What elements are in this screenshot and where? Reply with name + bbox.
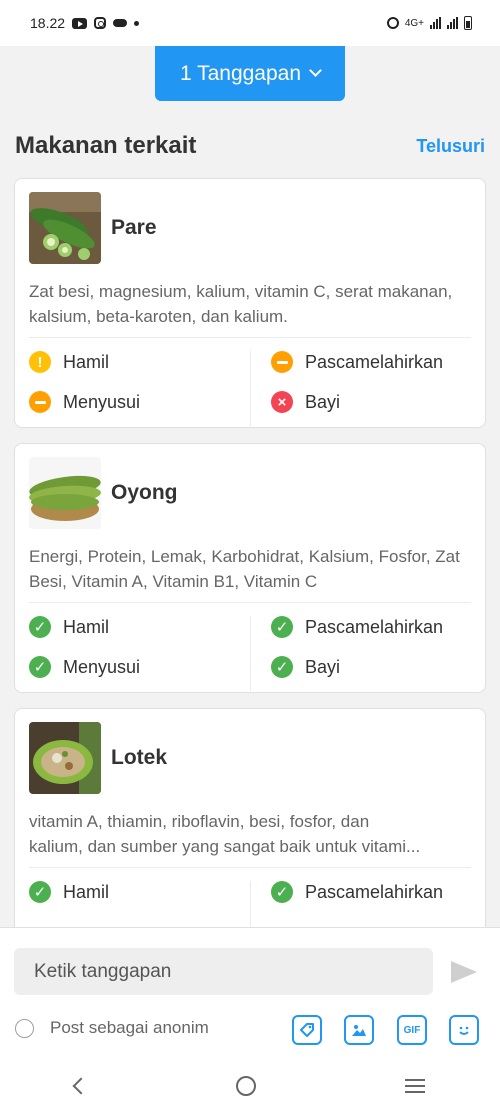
food-nutrients-line2: kalium, dan sumber yang sangat baik untu…: [29, 837, 421, 856]
status-hamil: ✓ Hamil: [29, 616, 109, 638]
chevron-down-icon: [309, 64, 322, 77]
status-label: Pascamelahirkan: [305, 881, 444, 902]
food-image-lotek: [29, 722, 101, 794]
food-nutrients: Energi, Protein, Lemak, Karbohidrat, Kal…: [29, 547, 460, 591]
anonymous-label: Post sebagai anonim: [50, 1018, 209, 1037]
anonymous-radio[interactable]: [15, 1019, 34, 1038]
section-title: Makanan terkait: [15, 132, 197, 159]
status-label: Hamil: [63, 881, 110, 902]
status-menyusui: ✓ Menyusui: [29, 656, 140, 678]
alarm-icon: [386, 17, 399, 29]
status-label: Menyusui: [63, 656, 141, 677]
status-pascamelahirkan: ✓ Pascamelahirkan: [271, 881, 443, 903]
status-hamil: ! Hamil: [29, 351, 109, 373]
signal-icon: [430, 17, 441, 29]
close-circle-icon: ×: [271, 391, 293, 413]
gif-icon[interactable]: GIF: [397, 1015, 427, 1045]
check-circle-icon: ✓: [29, 881, 51, 903]
minus-circle-icon: [271, 351, 293, 373]
status-bar-right: 4G+: [386, 16, 472, 30]
status-label: Hamil: [63, 616, 110, 637]
cloud-icon: [113, 19, 128, 27]
food-card-pare[interactable]: Pare Zat besi, magnesium, kalium, vitami…: [14, 178, 486, 428]
status-bar: 18.22 4G+: [0, 0, 500, 46]
back-icon[interactable]: [72, 1077, 90, 1095]
status-pascamelahirkan: ✓ Pascamelahirkan: [271, 616, 443, 638]
sticker-icon[interactable]: [449, 1015, 479, 1045]
status-hamil: ✓ Hamil: [29, 881, 109, 903]
response-input[interactable]: Ketik tanggapan: [14, 948, 433, 995]
check-circle-icon: ✓: [271, 616, 293, 638]
related-foods-header: Makanan terkait Telusuri: [15, 132, 485, 160]
notification-dot-icon: [134, 20, 140, 26]
system-nav-bar: [0, 1061, 500, 1111]
status-pascamelahirkan: Pascamelahirkan: [271, 351, 443, 373]
status-bar-left: 18.22: [30, 15, 140, 31]
status-bayi: × Bayi: [271, 391, 340, 413]
check-circle-icon: ✓: [29, 616, 51, 638]
food-image-oyong: [29, 457, 101, 529]
responses-button[interactable]: 1 Tanggapan: [155, 46, 345, 101]
gif-label: GIF: [403, 1024, 421, 1036]
responses-label: 1 Tanggapan: [179, 61, 302, 85]
food-nutrients-line1: vitamin A, thiamin, riboflavin, besi, fo…: [29, 812, 370, 831]
instagram-icon: [94, 17, 107, 29]
check-circle-icon: ✓: [271, 881, 293, 903]
response-composer: Ketik tanggapan Post sebagai anonim GIF: [0, 927, 500, 1061]
food-image-pare: [29, 192, 101, 264]
youtube-icon: [72, 17, 88, 29]
browse-link[interactable]: Telusuri: [416, 136, 485, 157]
status-label: Hamil: [63, 351, 110, 372]
tag-icon[interactable]: [292, 1015, 322, 1045]
image-icon[interactable]: [344, 1015, 374, 1045]
check-circle-icon: ✓: [271, 656, 293, 678]
status-label: Bayi: [305, 391, 341, 412]
status-label: Pascamelahirkan: [305, 616, 444, 637]
network-type: 4G+: [404, 17, 424, 29]
status-label: Pascamelahirkan: [305, 351, 444, 372]
food-card-oyong[interactable]: Oyong Energi, Protein, Lemak, Karbohidra…: [14, 443, 486, 693]
divider: [29, 867, 471, 868]
divider: [29, 602, 471, 603]
food-nutrients: Zat besi, magnesium, kalium, vitamin C, …: [29, 282, 453, 326]
home-icon[interactable]: [235, 1076, 256, 1096]
warning-icon: !: [29, 351, 51, 373]
battery-icon: [464, 16, 472, 30]
divider: [29, 337, 471, 338]
food-name: Pare: [111, 216, 157, 239]
status-bayi: ✓ Bayi: [271, 656, 340, 678]
signal-2-icon: [447, 17, 458, 29]
food-name: Lotek: [111, 746, 168, 769]
status-label: Menyusui: [63, 391, 141, 412]
food-card-lotek[interactable]: Lotek vitamin A, thiamin, riboflavin, be…: [14, 708, 486, 958]
divider: [250, 351, 251, 426]
menu-icon[interactable]: [405, 1079, 426, 1093]
send-icon[interactable]: [451, 961, 477, 983]
check-circle-icon: ✓: [29, 656, 51, 678]
status-label: Bayi: [305, 656, 341, 677]
minus-circle-icon: [29, 391, 51, 413]
status-menyusui: Menyusui: [29, 391, 140, 413]
clock: 18.22: [30, 15, 66, 31]
food-name: Oyong: [111, 481, 178, 504]
divider: [250, 616, 251, 691]
